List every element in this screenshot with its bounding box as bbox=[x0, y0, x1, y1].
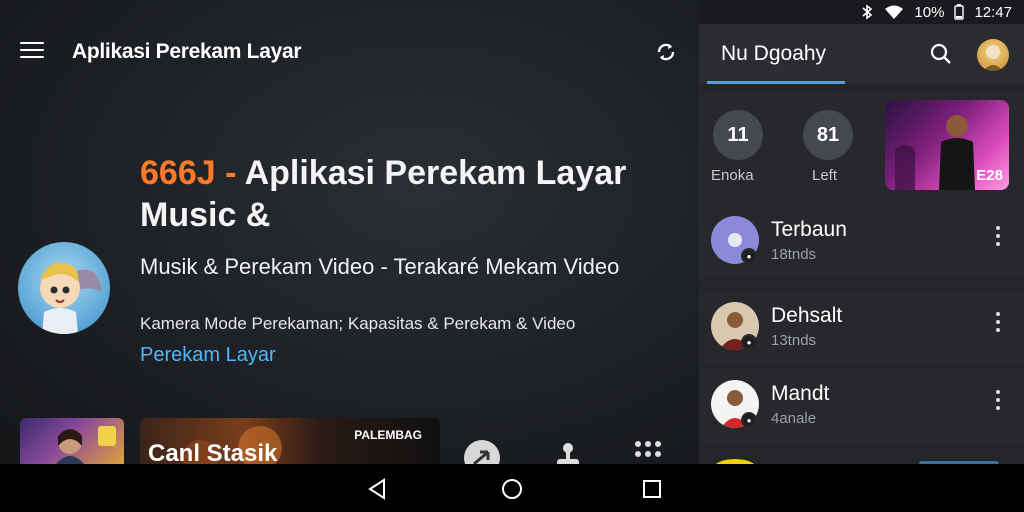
list-item-partial bbox=[699, 454, 1024, 464]
thumbnail-label: E28 bbox=[976, 167, 1003, 184]
stat-label: Enoka bbox=[711, 167, 754, 184]
bluetooth-icon bbox=[860, 4, 874, 20]
stat-value: 81 bbox=[803, 110, 853, 160]
list-item-title: Terbaun bbox=[771, 218, 847, 241]
list-item[interactable]: ● Dehsalt 13tnds bbox=[699, 290, 1024, 364]
stat-label: Left bbox=[812, 167, 838, 184]
sync-icon[interactable] bbox=[654, 40, 678, 64]
hero-subtitle: Musik & Perekam Video - Terakaré Mekam V… bbox=[140, 254, 620, 279]
list-item-subtitle: 18tnds bbox=[771, 246, 817, 263]
record-badge-icon: ● bbox=[741, 248, 757, 264]
featured-video-card[interactable]: Canl Stasik PALEMBAG bbox=[140, 418, 440, 464]
panel-header: Nu Dgoahy bbox=[699, 24, 1024, 84]
hero-title: 666J - Aplikasi Perekam Layar Music & bbox=[140, 152, 680, 236]
hero-title-accent: 666J - bbox=[140, 154, 245, 192]
list-item-subtitle: 13tnds bbox=[771, 332, 817, 349]
recents-icon[interactable] bbox=[641, 478, 663, 500]
stats-card: 11 Enoka 81 Left E28 bbox=[699, 92, 1024, 222]
active-tab-indicator bbox=[707, 81, 845, 84]
list-item-title: Dehsalt bbox=[771, 304, 843, 327]
stat-value: 11 bbox=[713, 110, 763, 160]
featured-video-badge: PALEMBAG bbox=[354, 428, 422, 442]
more-options-icon[interactable] bbox=[995, 390, 1001, 414]
hero-link[interactable]: Perekam Layar bbox=[140, 344, 276, 367]
list-item[interactable]: ● Mandt 4anale bbox=[699, 368, 1024, 442]
profile-avatar[interactable] bbox=[977, 39, 1009, 71]
panel-tab[interactable]: Nu Dgoahy bbox=[721, 42, 826, 66]
hero-description: Kamera Mode Perekaman; Kapasitas & Perek… bbox=[140, 314, 576, 333]
record-badge-icon: ● bbox=[741, 334, 757, 350]
navigation-bar bbox=[0, 464, 1024, 512]
featured-video-title: Canl Stasik bbox=[148, 440, 278, 464]
search-icon[interactable] bbox=[929, 42, 953, 66]
list-item-subtitle: 4anale bbox=[771, 410, 817, 427]
back-icon[interactable] bbox=[366, 478, 388, 500]
status-bar: 10% 12:47 bbox=[764, 0, 1024, 24]
app-bar: Aplikasi Perekam Layar bbox=[0, 30, 700, 74]
featured-thumbnail[interactable]: E28 bbox=[885, 100, 1009, 190]
record-badge-icon: ● bbox=[741, 412, 757, 428]
wifi-icon bbox=[884, 4, 904, 20]
more-options-icon[interactable] bbox=[995, 312, 1001, 336]
battery-icon bbox=[954, 4, 965, 20]
more-options-icon[interactable] bbox=[995, 226, 1001, 250]
menu-icon[interactable] bbox=[20, 42, 44, 62]
clock: 12:47 bbox=[974, 3, 1012, 21]
media-thumbnail[interactable] bbox=[20, 418, 124, 464]
home-icon[interactable] bbox=[501, 478, 523, 500]
battery-level: 10% bbox=[914, 3, 945, 21]
list-item-title: Mandt bbox=[771, 382, 830, 405]
list-item[interactable]: ● Terbaun 18tnds bbox=[699, 204, 1024, 278]
side-panel: Nu Dgoahy 11 Enoka 81 Left E28 ● Terbaun… bbox=[699, 24, 1024, 464]
mascot-avatar bbox=[18, 242, 110, 334]
app-title: Aplikasi Perekam Layar bbox=[72, 40, 302, 63]
